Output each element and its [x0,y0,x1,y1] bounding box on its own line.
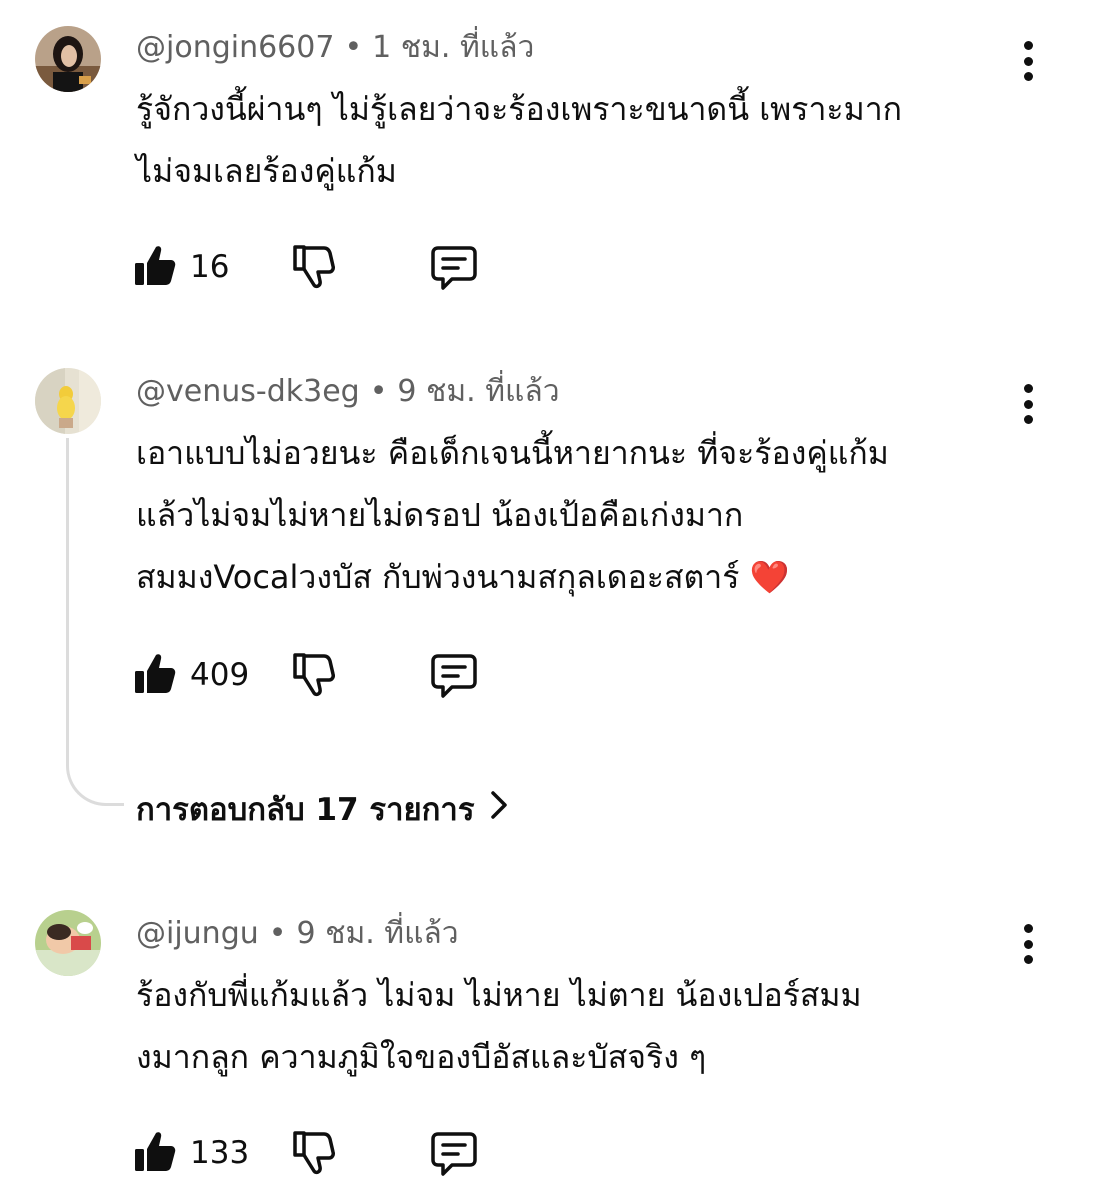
avatar[interactable] [35,368,101,434]
comment-line: ร้องกับพี่แก้มแล้ว ไม่จม ไม่หาย ไม่ตาย น… [136,976,862,1014]
comment-text: เอาแบบไม่อวยนะ คือเด็กเจนนี้หายากนะ ที่จ… [136,422,1036,608]
comment-bubble-icon [430,246,478,296]
author-handle[interactable]: @ijungu [136,916,259,951]
comment-line: สมมงVocalวงบัส กับพ่วงนามสกุลเดอะสตาร์ ❤… [136,558,790,596]
like-count: 16 [190,249,230,285]
meta-separator: • [369,374,388,409]
comment-line: ไม่จมเลยร้องคู่แก้ม [136,152,397,190]
comment-time[interactable]: 9 ชม. ที่แล้ว [296,916,458,951]
thumbs-down-outline-icon [290,653,336,702]
thumbs-up-filled-icon [134,651,176,699]
meta-separator: • [268,916,287,951]
reply-button[interactable] [430,244,478,296]
dislike-button[interactable] [290,650,336,702]
comment-line: งมากลูก ความภูมิใจของบีอัสและบัสจริง ๆ [136,1038,707,1076]
comment-line: เอาแบบไม่อวยนะ คือเด็กเจนนี้หายากนะ ที่จ… [136,434,889,472]
comment-meta: @venus-dk3eg • 9 ชม. ที่แล้ว [136,374,560,410]
comment-bubble-icon [430,1132,478,1182]
meta-separator: • [344,30,363,65]
avatar[interactable] [35,26,101,92]
comment-meta: @jongin6607 • 1 ชม. ที่แล้ว [136,30,534,66]
thumbs-up-filled-icon [134,243,176,291]
more-options-icon[interactable] [1010,39,1046,83]
like-button[interactable]: 133 [134,1128,249,1178]
like-button[interactable]: 16 [134,242,229,292]
more-options-icon[interactable] [1010,382,1046,426]
avatar[interactable] [35,910,101,976]
more-options-icon[interactable] [1010,922,1046,966]
replies-label: การตอบกลับ 17 รายการ [136,792,475,828]
comment-text: ร้องกับพี่แก้มแล้ว ไม่จม ไม่หาย ไม่ตาย น… [136,964,1036,1088]
like-button[interactable]: 409 [134,650,249,700]
like-count: 409 [190,657,250,693]
reply-thread-line [66,438,124,806]
author-handle[interactable]: @venus-dk3eg [136,374,360,409]
author-handle[interactable]: @jongin6607 [136,30,334,65]
comment-line: รู้จักวงนี้ผ่านๆ ไม่รู้เลยว่าจะร้องเพราะ… [136,90,903,128]
comment-line: แล้วไม่จมไม่หายไม่ดรอป น้องเป้อคือเก่งมา… [136,496,744,534]
thumbs-down-outline-icon [290,245,336,294]
dislike-button[interactable] [290,242,336,294]
like-count: 133 [190,1135,250,1171]
comment-meta: @ijungu • 9 ชม. ที่แล้ว [136,916,459,952]
reply-button[interactable] [430,652,478,704]
comment-time[interactable]: 1 ชม. ที่แล้ว [372,30,534,65]
comment-text: รู้จักวงนี้ผ่านๆ ไม่รู้เลยว่าจะร้องเพราะ… [136,78,1036,202]
dislike-button[interactable] [290,1128,336,1180]
reply-button[interactable] [430,1130,478,1182]
thumbs-up-filled-icon [134,1129,176,1177]
thumbs-down-outline-icon [290,1131,336,1180]
view-replies-link[interactable]: การตอบกลับ 17 รายการ [136,788,508,832]
comment-time[interactable]: 9 ชม. ที่แล้ว [397,374,559,409]
chevron-right-icon [490,788,508,832]
comment-bubble-icon [430,654,478,704]
